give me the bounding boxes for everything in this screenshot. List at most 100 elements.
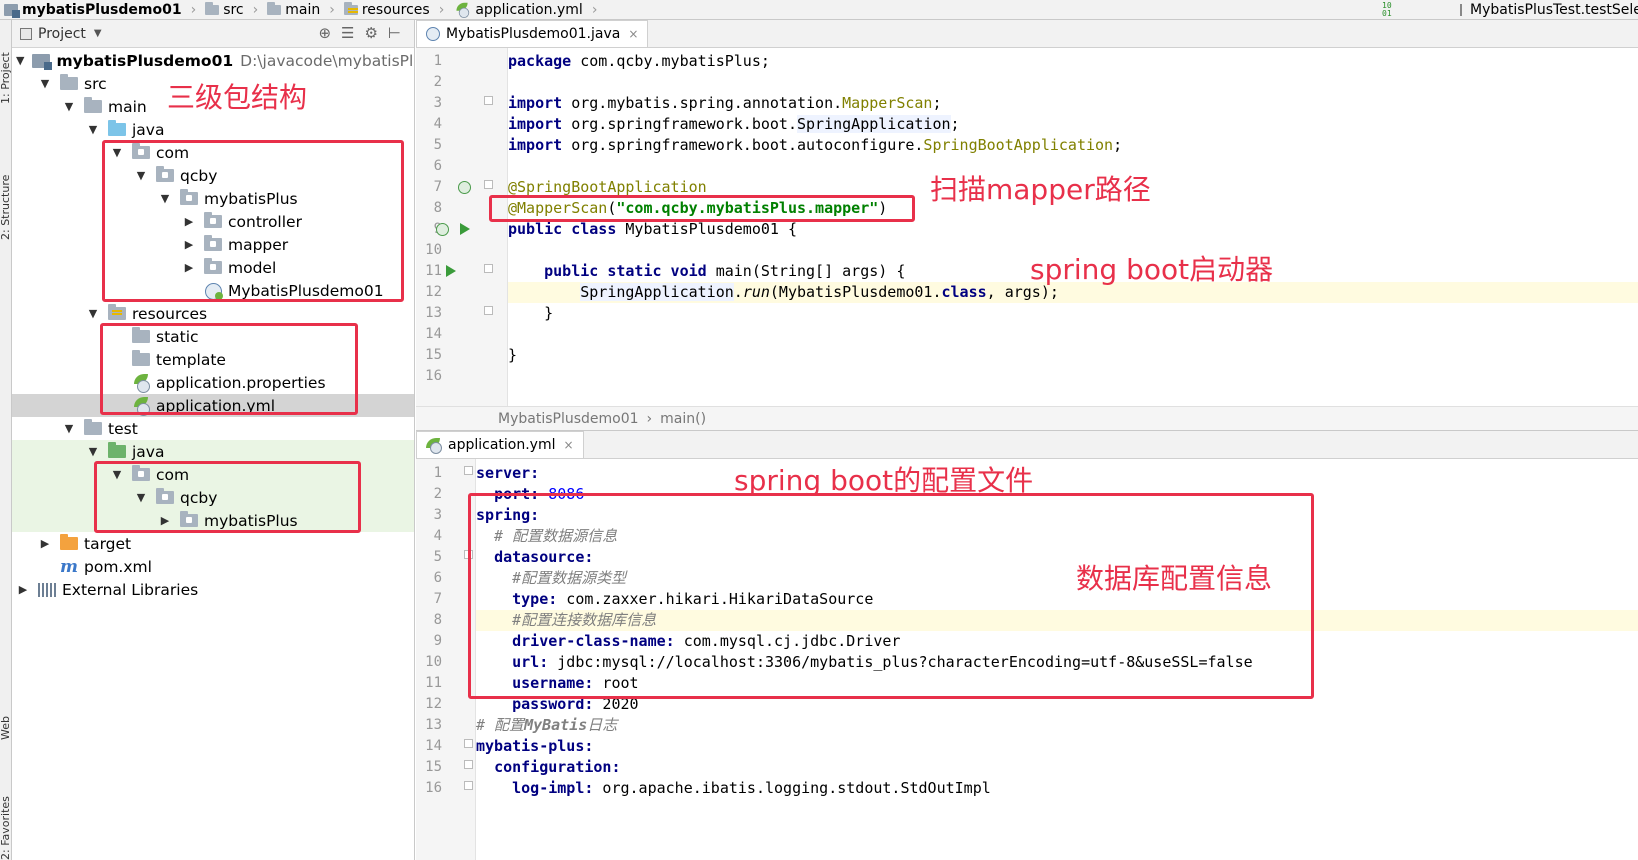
- line-number: 6: [433, 570, 442, 586]
- yaml-line-1: server:: [476, 464, 540, 482]
- chevron-down-icon[interactable]: ▼: [86, 123, 100, 136]
- run-icon[interactable]: [460, 223, 470, 235]
- line-number-gutter: 1 2 3 4 5 6 7 8 9 10 11 12 13 14 15 16: [416, 459, 476, 860]
- tree-item-test-qcby[interactable]: ▼ qcby: [12, 486, 414, 509]
- chevron-right-icon[interactable]: ▶: [158, 514, 172, 527]
- chevron-down-icon[interactable]: ▼: [62, 100, 76, 113]
- tree-item-test[interactable]: ▼ test: [12, 417, 414, 440]
- tree-item-app-class[interactable]: MybatisPlusdemo01: [12, 279, 414, 302]
- line-number: 2: [433, 74, 442, 90]
- line-number: 11: [425, 263, 442, 279]
- close-icon[interactable]: ×: [628, 27, 638, 41]
- navigation-breadcrumb-bar: mybatisPlusdemo01 › src › main › resourc…: [0, 0, 1638, 20]
- tree-item-root-module[interactable]: ▼ mybatisPlusdemo01 D:\javacode\mybatisP…: [12, 49, 414, 72]
- code-breadcrumb-bar: MybatisPlusdemo01 › main(): [416, 406, 1638, 430]
- code-breadcrumb-class[interactable]: MybatisPlusdemo01: [498, 411, 639, 427]
- tree-item-test-mybatisplus[interactable]: ▶ mybatisPlus: [12, 509, 414, 532]
- chevron-right-icon[interactable]: ▶: [182, 238, 196, 251]
- chevron-down-icon[interactable]: ▼: [38, 77, 52, 90]
- tree-item-com[interactable]: ▼ com: [12, 141, 414, 164]
- line-number: 15: [425, 347, 442, 363]
- fold-marker-icon[interactable]: [464, 739, 473, 748]
- line-number: 8: [433, 612, 442, 628]
- tree-item-model[interactable]: ▶ model: [12, 256, 414, 279]
- code-breadcrumb-method[interactable]: main(): [660, 411, 706, 427]
- chevron-right-icon[interactable]: ▶: [16, 583, 30, 596]
- tree-item-static[interactable]: static: [12, 325, 414, 348]
- fold-marker-icon[interactable]: [464, 466, 473, 475]
- line-number: 4: [433, 116, 442, 132]
- tree-item-pom[interactable]: m pom.xml: [12, 555, 414, 578]
- chevron-down-icon[interactable]: ▼: [86, 307, 100, 320]
- tree-item-app-yml[interactable]: application.yml: [12, 394, 414, 417]
- chevron-down-icon[interactable]: ▼: [16, 54, 24, 67]
- collapse-all-icon[interactable]: ☰: [341, 24, 354, 42]
- fold-marker-icon[interactable]: [464, 550, 473, 559]
- project-view-selector[interactable]: Project ▼: [20, 26, 102, 42]
- chevron-right-icon[interactable]: ▶: [182, 261, 196, 274]
- tree-item-test-com[interactable]: ▼ com: [12, 463, 414, 486]
- spring-bean-icon[interactable]: [436, 223, 449, 236]
- tab-application-yml[interactable]: application.yml ×: [416, 431, 584, 458]
- spring-config-icon: [426, 438, 442, 454]
- tree-item-controller[interactable]: ▶ controller: [12, 210, 414, 233]
- run-configuration-selector[interactable]: MybatisPlusTest.testSelectB: [1438, 0, 1638, 20]
- tool-tab-favorites[interactable]: 2: Favorites: [0, 770, 11, 860]
- sort-icon[interactable]: 10 01: [1382, 2, 1400, 18]
- tree-item-target[interactable]: ▶ target: [12, 532, 414, 555]
- chevron-right-icon[interactable]: ▶: [182, 215, 196, 228]
- gear-icon[interactable]: ⚙: [364, 24, 377, 42]
- tab-mybatisplusdemo01-java[interactable]: MybatisPlusdemo01.java ×: [416, 20, 649, 47]
- fold-marker-icon[interactable]: [484, 306, 493, 315]
- code-line-13: }: [508, 304, 554, 322]
- chevron-down-icon[interactable]: ▼: [62, 422, 76, 435]
- tree-item-template[interactable]: template: [12, 348, 414, 371]
- close-icon[interactable]: ×: [564, 438, 574, 452]
- tree-item-label: com: [156, 465, 190, 484]
- breadcrumb-main[interactable]: main: [263, 0, 324, 20]
- tree-item-app-properties[interactable]: application.properties: [12, 371, 414, 394]
- tool-tab-structure[interactable]: 2: Structure: [0, 140, 11, 240]
- fold-marker-icon[interactable]: [484, 180, 493, 189]
- java-class-icon: [426, 27, 440, 41]
- tree-item-java[interactable]: ▼ java: [12, 118, 414, 141]
- tool-tab-project[interactable]: 1: Project: [0, 24, 11, 104]
- tree-item-resources[interactable]: ▼ resources: [12, 302, 414, 325]
- code-line-3: import org.mybatis.spring.annotation.Map…: [508, 94, 942, 112]
- yaml-line-6-comment: #配置数据源类型: [476, 569, 627, 587]
- chevron-down-icon[interactable]: ▼: [110, 468, 124, 481]
- chevron-right-icon[interactable]: ▶: [38, 537, 52, 550]
- breadcrumb-project[interactable]: mybatisPlusdemo01: [0, 0, 186, 20]
- chevron-down-icon[interactable]: ▼: [134, 491, 148, 504]
- fold-marker-icon[interactable]: [464, 781, 473, 790]
- code-line-15: }: [508, 346, 518, 364]
- module-icon: [4, 3, 20, 18]
- fold-marker-icon[interactable]: [484, 96, 493, 105]
- run-icon[interactable]: [446, 265, 456, 277]
- tree-item-external-libraries[interactable]: ▶ External Libraries: [12, 578, 414, 601]
- line-number: 12: [425, 696, 442, 712]
- chevron-down-icon[interactable]: ▼: [158, 192, 172, 205]
- breadcrumb-application-yml[interactable]: application.yml: [449, 0, 587, 20]
- chevron-down-icon[interactable]: ▼: [134, 169, 148, 182]
- tool-tab-web[interactable]: Web: [0, 690, 11, 740]
- fold-marker-icon[interactable]: [464, 760, 473, 769]
- spring-config-icon: [455, 2, 470, 18]
- tree-item-label: MybatisPlusdemo01: [228, 281, 384, 300]
- breadcrumb-src[interactable]: src: [201, 0, 247, 20]
- chevron-down-icon[interactable]: ▼: [86, 445, 100, 458]
- hide-panel-icon[interactable]: ⊢: [388, 24, 401, 42]
- tree-item-mapper[interactable]: ▶ mapper: [12, 233, 414, 256]
- fold-marker-icon[interactable]: [484, 264, 493, 273]
- excluded-folder-icon: [60, 534, 78, 550]
- yaml-line-13-comment: # 配置MyBatis日志: [476, 716, 618, 734]
- tree-item-mybatisplus[interactable]: ▼ mybatisPlus: [12, 187, 414, 210]
- spring-bean-icon[interactable]: [458, 181, 471, 194]
- yaml-line-11: username: root: [512, 674, 639, 692]
- locate-icon[interactable]: ⊕: [318, 24, 331, 42]
- chevron-down-icon[interactable]: ▼: [110, 146, 124, 159]
- breadcrumb-resources[interactable]: resources: [340, 0, 434, 20]
- tree-item-test-java[interactable]: ▼ java: [12, 440, 414, 463]
- tree-item-qcby[interactable]: ▼ qcby: [12, 164, 414, 187]
- line-number: 1: [433, 53, 442, 69]
